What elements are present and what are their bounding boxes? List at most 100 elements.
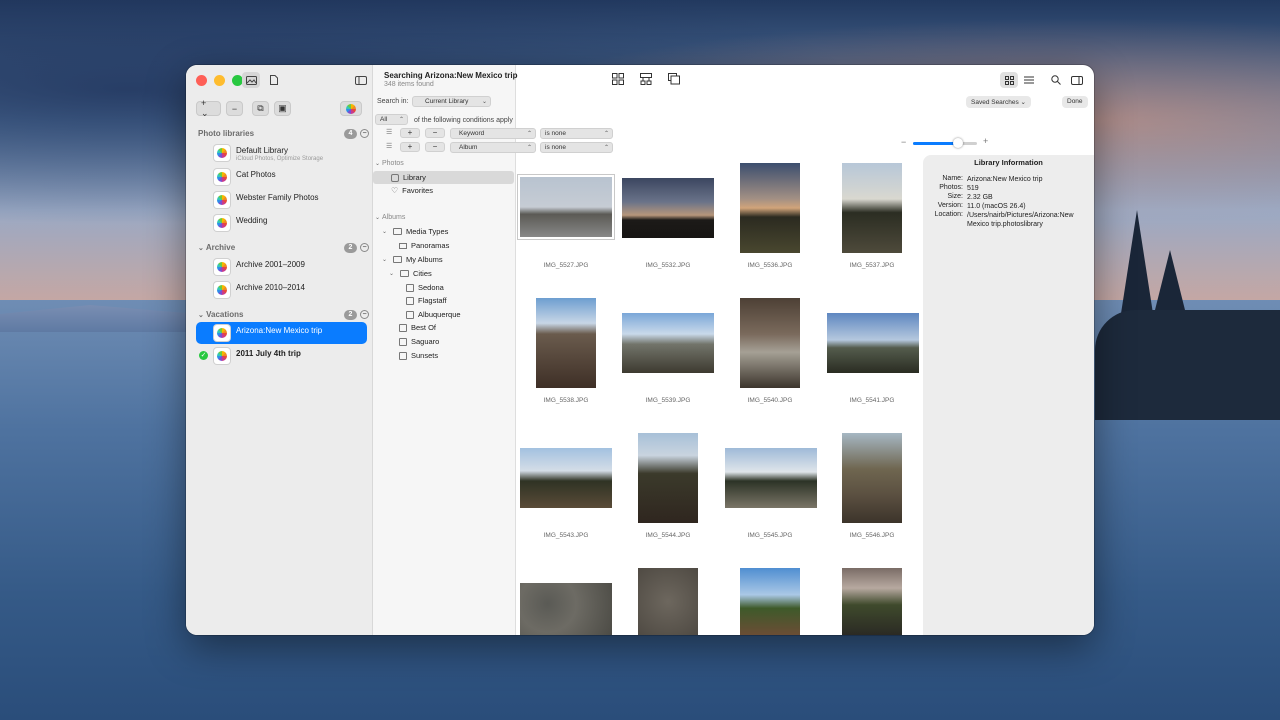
collapse-icon[interactable]: − — [360, 243, 369, 252]
tree-item-flagstaff[interactable]: Flagstaff — [406, 294, 447, 307]
chevron-down-icon: ⌄ — [375, 215, 381, 221]
library-item[interactable]: Cat Photos — [196, 166, 367, 188]
tree-item-my-albums[interactable]: ⌄ My Albums — [382, 253, 443, 266]
list-layout-icon[interactable] — [1020, 72, 1038, 88]
tree-item-favorites[interactable]: ♡ Favorites — [391, 184, 433, 197]
photo-thumbnail[interactable] — [842, 163, 902, 253]
tree-item-saguaro[interactable]: Saguaro — [399, 335, 439, 348]
hierarchy-icon[interactable] — [639, 72, 653, 86]
add-condition-button[interactable]: + — [400, 142, 420, 152]
photo-thumbnail[interactable] — [842, 568, 902, 635]
photo-thumbnail[interactable] — [520, 448, 612, 508]
heart-icon: ♡ — [391, 186, 399, 195]
tree-head-albums[interactable]: ⌄ Albums — [375, 214, 405, 221]
remove-button[interactable]: − — [226, 101, 243, 116]
sidebar: + ⌄ − ⧉ ▣ Photo libraries 4 − Default Li… — [186, 65, 373, 635]
search-in-popup[interactable]: Current Library ⌄ — [412, 96, 491, 107]
photo-thumbnail[interactable] — [638, 568, 698, 635]
folder-icon — [393, 256, 402, 263]
duplicate-icon[interactable]: ⧉ — [252, 101, 269, 116]
photos-app-button[interactable] — [340, 101, 362, 116]
search-in-label: Search in: — [377, 98, 409, 105]
info-icon[interactable]: ▣ — [274, 101, 291, 116]
tree-item-best-of[interactable]: Best Of — [399, 321, 436, 334]
add-condition-button[interactable]: + — [400, 128, 420, 138]
photo-thumbnail[interactable] — [842, 433, 902, 523]
library-item[interactable]: ✓ 2011 July 4th trip — [196, 345, 367, 367]
library-item-selected[interactable]: Arizona:New Mexico trip — [196, 322, 367, 344]
photo-thumbnail[interactable] — [725, 448, 817, 508]
library-item[interactable]: Default Library iCloud Photos, Optimize … — [196, 142, 367, 166]
add-menu-button[interactable]: + ⌄ — [196, 98, 221, 118]
tree-item-library[interactable]: Library — [373, 171, 514, 184]
photo-thumbnail[interactable] — [638, 433, 698, 523]
minimize-button[interactable] — [214, 75, 225, 86]
library-icon — [214, 348, 230, 364]
tree-item-panoramas[interactable]: Panoramas — [399, 239, 449, 252]
photo-thumbnail[interactable] — [622, 313, 714, 373]
drag-handle-icon[interactable]: ☰ — [386, 142, 392, 150]
tree-head-photos[interactable]: ⌄ Photos — [375, 160, 404, 167]
chevron-down-icon[interactable]: ⌄ — [198, 312, 204, 319]
album-icon — [406, 296, 414, 305]
photo-thumbnail[interactable] — [520, 583, 612, 635]
tree-item-sedona[interactable]: Sedona — [406, 281, 444, 294]
photo-caption: IMG_5543.JPG — [543, 532, 589, 539]
photo-caption: IMG_5540.JPG — [747, 397, 793, 404]
section-vacations: ⌄ Vacations 2 − — [186, 309, 373, 323]
zoom-in-icon[interactable]: + — [983, 136, 988, 146]
chevron-down-icon: ⌄ — [382, 229, 388, 235]
condition-field-popup[interactable]: Album ⌃ — [450, 142, 536, 153]
library-item[interactable]: Wedding — [196, 212, 367, 234]
zoom-slider[interactable] — [913, 138, 977, 148]
zoom-out-icon[interactable]: − — [901, 137, 906, 147]
tree-item-cities[interactable]: ⌄ Cities — [389, 267, 432, 280]
info-panel-toggle-icon[interactable] — [1068, 72, 1086, 88]
tree-item-albuquerque[interactable]: Albuquerque — [406, 308, 461, 321]
photo-thumbnail[interactable] — [740, 163, 800, 253]
library-info-panel: Library Information Name: Arizona:New Mex… — [923, 155, 1094, 635]
condition-op-popup[interactable]: is none ⌃ — [540, 142, 613, 153]
stack-icon[interactable] — [667, 72, 681, 86]
remove-condition-button[interactable]: − — [425, 128, 445, 138]
remove-condition-button[interactable]: − — [425, 142, 445, 152]
collapse-icon[interactable]: − — [360, 310, 369, 319]
sidebar-toggle-icon[interactable] — [352, 72, 370, 88]
photo-thumbnail[interactable] — [827, 313, 919, 373]
library-icon — [214, 282, 230, 298]
search-icon[interactable] — [1047, 72, 1065, 88]
photo-thumbnail[interactable] — [517, 174, 615, 240]
info-title: Library Information — [974, 158, 1043, 167]
tree-item-media-types[interactable]: ⌄ Media Types — [382, 225, 448, 238]
library-item[interactable]: Archive 2010–2014 — [196, 279, 367, 301]
collapse-icon[interactable]: − — [360, 129, 369, 138]
photos-window: + ⌄ − ⧉ ▣ Photo libraries 4 − Default Li… — [186, 65, 1094, 635]
slider-knob[interactable] — [952, 138, 963, 148]
photo-thumbnail[interactable] — [740, 298, 800, 388]
drag-handle-icon[interactable]: ☰ — [386, 128, 392, 136]
saved-searches-button[interactable]: Saved Searches ⌄ — [966, 96, 1031, 108]
condition-field-popup[interactable]: Keyword ⌃ — [450, 128, 536, 139]
match-popup[interactable]: All ⌃ — [375, 114, 408, 125]
tree-item-sunsets[interactable]: Sunsets — [399, 349, 438, 362]
chevron-updown-icon: ⌃ — [398, 117, 404, 123]
section-count-badge: 2 — [344, 310, 357, 320]
grid-layout-icon[interactable] — [1000, 72, 1018, 88]
condition-op-popup[interactable]: is none ⌃ — [540, 128, 613, 139]
folder-icon — [393, 228, 402, 235]
document-icon[interactable] — [265, 72, 283, 88]
close-button[interactable] — [196, 75, 207, 86]
grid-view-icon[interactable] — [611, 72, 625, 86]
library-item[interactable]: Archive 2001–2009 — [196, 256, 367, 278]
library-item[interactable]: Webster Family Photos — [196, 189, 367, 211]
photo-thumbnail[interactable] — [740, 568, 800, 635]
photos-view-icon[interactable] — [242, 72, 260, 88]
folder-icon — [400, 270, 409, 277]
photo-thumbnail[interactable] — [536, 298, 596, 388]
library-icon — [214, 259, 230, 275]
chevron-down-icon[interactable]: ⌄ — [198, 245, 204, 252]
checkmark-icon: ✓ — [199, 351, 208, 360]
done-button[interactable]: Done — [1062, 96, 1088, 108]
photo-thumbnail[interactable] — [622, 178, 714, 238]
match-suffix: of the following conditions apply — [414, 117, 513, 124]
